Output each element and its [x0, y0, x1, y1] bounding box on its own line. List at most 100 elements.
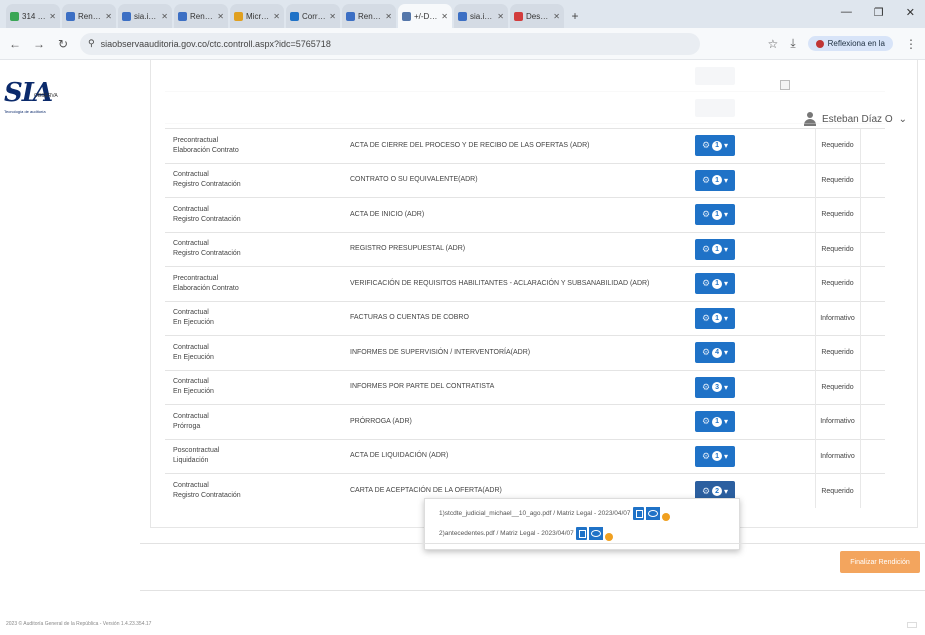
divider	[140, 543, 925, 544]
substage-label: Prórroga	[173, 422, 201, 430]
close-window-icon[interactable]: ✕	[906, 6, 915, 19]
site-info-icon[interactable]: ⚲	[88, 38, 95, 49]
view-eye-icon[interactable]	[588, 527, 603, 540]
actions-cell: ⚙ 1 ▾	[695, 404, 815, 439]
gear-icon: ⚙	[701, 312, 711, 323]
document-name: ACTA DE CIERRE DEL PROCESO Y DE RECIBO D…	[350, 128, 695, 163]
attachments-dropdown-button[interactable]: ⚙ 1 ▾	[695, 411, 735, 433]
browser-tab[interactable]: Correo: ✕	[286, 4, 340, 28]
document-name: REGISTRO PRESUPUESTAL (ADR)	[350, 231, 695, 267]
attachments-dropdown-button[interactable]: ⚙ 3 ▾	[695, 376, 735, 398]
empty-cell	[859, 300, 885, 336]
tab-close-icon[interactable]: ✕	[329, 12, 336, 21]
tab-label: Rendición	[358, 11, 382, 21]
view-eye-icon[interactable]	[645, 507, 660, 520]
attachments-dropdown-button[interactable]: ⚙ 1 ▾	[695, 445, 735, 467]
status-cell: Requerido	[814, 473, 860, 508]
file-count-badge: 1	[712, 209, 723, 220]
substage-label: Registro Contratación	[173, 181, 241, 189]
tab-close-icon[interactable]: ✕	[441, 12, 448, 21]
attachments-dropdown-button[interactable]: ⚙ 1 ▾	[695, 169, 735, 191]
stage-cell: Contractual Prórroga	[165, 404, 350, 439]
file-count-badge: 3	[712, 382, 723, 393]
tab-close-icon[interactable]: ✕	[105, 12, 112, 21]
tab-close-icon[interactable]: ✕	[385, 12, 392, 21]
scroll-corner	[907, 622, 917, 628]
attachments-dropdown-button[interactable]: ⚙ 1 ▾	[695, 238, 735, 260]
finalize-button[interactable]: Finalizar Rendición	[840, 551, 920, 573]
minimize-icon[interactable]: —	[841, 6, 852, 19]
attachment-item: 2)antecedentes.pdf / Matriz Legal - 2023…	[439, 527, 613, 541]
address-bar[interactable]: ⚲ siaobservaauditoria.gov.co/ctc.control…	[80, 32, 700, 55]
browser-tab[interactable]: Rendición✕	[342, 4, 396, 28]
file-count-badge: 1	[712, 244, 723, 255]
attachments-dropdown-button[interactable]: ⚙ 1 ▾	[695, 307, 735, 329]
attachments-dropdown-button[interactable]: ⚙ 1 ▾	[695, 273, 735, 295]
bookmark-star-icon[interactable]: ☆	[768, 37, 779, 51]
status-cell: Requerido	[814, 197, 860, 232]
gear-icon: ⚙	[701, 174, 711, 185]
caret-down-icon: ▾	[724, 175, 729, 185]
document-name: ACTA DE LIQUIDACIÓN (ADR)	[350, 438, 695, 474]
tab-close-icon[interactable]: ✕	[553, 12, 560, 21]
table-row: Contractual Registro Contratación REGISTRO…	[165, 231, 885, 267]
browser-tab[interactable]: 314 Mac✕	[6, 4, 60, 28]
attachments-dropdown-button[interactable]: ⚙ 1 ▾	[695, 204, 735, 226]
stage-cell: Contractual Registro Contratación	[165, 473, 350, 508]
tab-close-icon[interactable]: ✕	[497, 12, 504, 21]
menu-kebab-icon[interactable]: ⋮	[905, 37, 917, 51]
browser-tab[interactable]: +/-Dias ✕	[398, 4, 452, 28]
tab-close-icon[interactable]: ✕	[273, 12, 280, 21]
actions-cell: ⚙ 1 ▾	[695, 197, 815, 232]
profile-button[interactable]: Reflexiona en la	[807, 36, 893, 51]
tab-close-icon[interactable]: ✕	[49, 12, 56, 21]
download-icon[interactable]: ⤓	[790, 36, 795, 51]
document-icon[interactable]	[575, 527, 587, 540]
actions-cell: ⚙ 1 ▾	[695, 231, 815, 267]
stage-label: Contractual	[173, 205, 209, 213]
browser-tab[interactable]: Rendición✕	[174, 4, 228, 28]
empty-cell	[859, 128, 885, 163]
tab-label: +/-Dias	[414, 11, 439, 21]
empty-cell	[859, 438, 885, 474]
attachments-dropdown-button[interactable]: ⚙ 4 ▾	[695, 342, 735, 364]
status-cell: Informativo	[814, 438, 860, 474]
status-cell: Requerido	[814, 335, 860, 370]
document-name: CONTRATO O SU EQUIVALENTE(ADR)	[350, 162, 695, 198]
forward-icon[interactable]: →	[32, 37, 46, 51]
caret-down-icon: ▾	[724, 417, 729, 427]
tab-label: 314 Mac	[22, 11, 46, 21]
gear-icon: ⚙	[701, 278, 711, 289]
reload-icon[interactable]: ↻	[56, 37, 70, 51]
browser-tab[interactable]: Rendición✕	[62, 4, 116, 28]
logo-subtext: OBSERVA	[34, 93, 58, 99]
restore-icon[interactable]: ❐	[874, 6, 884, 19]
caret-down-icon: ▾	[724, 210, 729, 220]
tab-label: sia.inco	[470, 11, 494, 21]
status-cell: Requerido	[814, 128, 860, 163]
caret-down-icon: ▾	[724, 141, 729, 151]
browser-tab[interactable]: Microsoft✕	[230, 4, 284, 28]
tab-close-icon[interactable]: ✕	[217, 12, 224, 21]
tab-label: Rendición	[190, 11, 214, 21]
table-row: Contractual Prórroga PRÓRROGA (ADR) ⚙ 1 ▾ Info…	[165, 404, 885, 439]
back-icon[interactable]: ←	[8, 37, 22, 51]
attachment-name[interactable]: 2)antecedentes.pdf / Matriz Legal - 2023…	[439, 530, 574, 537]
caret-down-icon: ▾	[724, 348, 729, 358]
browser-tab[interactable]: sia.inco✕	[454, 4, 508, 28]
file-count-badge: 1	[712, 140, 723, 151]
copyright-text: 2023 © Auditoría General de la República…	[6, 621, 152, 627]
document-icon[interactable]	[632, 507, 644, 520]
browser-tab[interactable]: Descargar✕	[510, 4, 564, 28]
attachment-name[interactable]: 1)stcdte_judicial_michael__10_ago.pdf / …	[439, 510, 631, 517]
status-cell: Informativo	[814, 404, 860, 439]
new-tab-button[interactable]: +	[566, 4, 584, 28]
actions-cell: ⚙ 1 ▾	[695, 162, 815, 198]
tab-close-icon[interactable]: ✕	[161, 12, 168, 21]
stage-label: Precontractual	[173, 274, 219, 282]
actions-cell: ⚙ 4 ▾	[695, 335, 815, 370]
attachments-dropdown-button[interactable]: ⚙ 1 ▾	[695, 135, 735, 157]
table-row: Contractual En Ejecución INFORMES POR PART…	[165, 369, 885, 405]
browser-tab[interactable]: sia.inco✕	[118, 4, 172, 28]
document-name: VERIFICACIÓN DE REQUISITOS HABILITANTES …	[350, 266, 695, 301]
